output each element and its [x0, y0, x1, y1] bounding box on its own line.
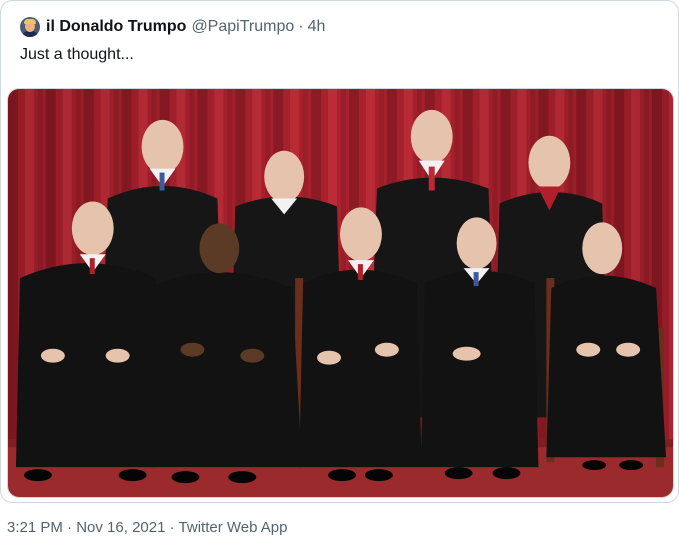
author-handle[interactable]: @PapiTrumpo — [191, 18, 294, 36]
timestamp-time[interactable]: 3:21 PM — [7, 519, 63, 536]
tweet-card[interactable]: il Donaldo Trumpo @PapiTrumpo · 4h Just … — [0, 0, 679, 503]
timestamp-client[interactable]: Twitter Web App — [179, 519, 288, 536]
relative-time[interactable]: 4h — [308, 18, 326, 36]
tweet-text: Just a thought... — [20, 46, 134, 63]
author-display-name[interactable]: il Donaldo Trumpo — [46, 18, 186, 36]
header-separator: · — [298, 18, 304, 35]
timestamp-date[interactable]: Nov 16, 2021 — [76, 519, 165, 536]
tweet-header: il Donaldo Trumpo @PapiTrumpo · 4h — [20, 16, 325, 38]
tweet-timestamp: 3:21 PM · Nov 16, 2021 · Twitter Web App — [7, 519, 287, 536]
timestamp-separator-1: · — [67, 519, 73, 536]
profile-avatar[interactable] — [20, 17, 40, 37]
timestamp-separator-2: · — [169, 519, 175, 536]
group-portrait-image — [8, 89, 673, 497]
tweet-photo[interactable] — [7, 88, 674, 498]
